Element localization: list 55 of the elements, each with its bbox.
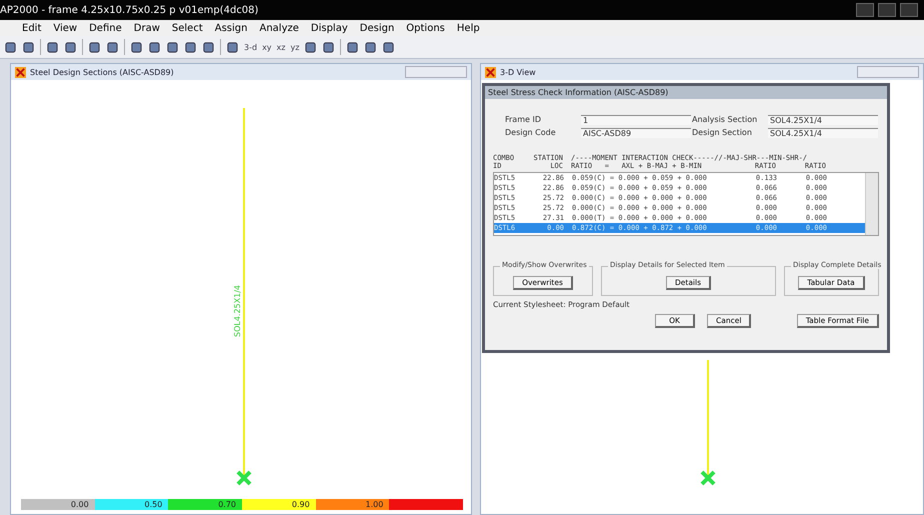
- legend-value: 0.70: [218, 500, 236, 509]
- field-label: Frame ID: [505, 115, 542, 125]
- menu-item[interactable]: Options: [406, 22, 445, 34]
- legend-value: 0.90: [292, 500, 310, 509]
- window-title: 3-D View: [500, 68, 537, 76]
- menu-item[interactable]: Draw: [134, 22, 160, 34]
- menu-item[interactable]: Assign: [214, 22, 248, 34]
- menu-item[interactable]: Display: [310, 22, 348, 34]
- toolbar-tool-icon[interactable]: [226, 40, 239, 54]
- input-field[interactable]: SOL4.25X1/4: [768, 128, 878, 138]
- app-icon: [485, 66, 496, 78]
- scrollbar[interactable]: [865, 173, 878, 235]
- menu-item[interactable]: Define: [89, 22, 122, 34]
- toolbar-tool-icon[interactable]: [304, 40, 318, 54]
- support-icon: [700, 470, 716, 486]
- toolbar-tool-icon[interactable]: [4, 40, 17, 54]
- menu-item[interactable]: Design: [360, 22, 394, 34]
- toolbar-tool-icon[interactable]: [148, 40, 161, 54]
- toolbar-tool-icon[interactable]: [130, 40, 143, 54]
- input-field[interactable]: 1: [581, 115, 691, 125]
- toolbar-tool-icon[interactable]: [22, 40, 35, 54]
- toolbar-tool-icon[interactable]: [322, 40, 336, 54]
- field-label: Analysis Section: [692, 115, 758, 125]
- window-title: Steel Design Sections (AISC-ASD89): [30, 68, 175, 76]
- toolbar-tool-icon[interactable]: [46, 40, 59, 54]
- legend-value: 0.00: [70, 500, 89, 509]
- dialog-title: Steel Stress Check Information (AISC-ASD89): [485, 86, 887, 99]
- view-button[interactable]: xz: [276, 42, 286, 52]
- legend-value: 0.50: [144, 500, 162, 509]
- view-button[interactable]: 3-d: [244, 42, 258, 52]
- view-button[interactable]: yz: [290, 42, 300, 52]
- view-button[interactable]: xy: [262, 42, 272, 52]
- field-label: Design Code: [505, 128, 557, 138]
- menu-item[interactable]: Analyze: [259, 22, 299, 34]
- toolbar-tool-icon[interactable]: [364, 40, 378, 54]
- input-field[interactable]: SOL4.25X1/4: [768, 115, 878, 125]
- toolbar-tool-icon[interactable]: [166, 40, 179, 54]
- support-icon: [236, 470, 252, 486]
- toolbar-tool-icon[interactable]: [346, 40, 360, 54]
- menu-item[interactable]: Help: [456, 22, 480, 34]
- window-title: AP2000 - frame 4.25x10.75x0.25 p v01emp(4dc08): [0, 4, 258, 16]
- toolbar-tool-icon[interactable]: [202, 40, 215, 54]
- toolbar-tool-icon[interactable]: [64, 40, 77, 54]
- menu-item[interactable]: Select: [172, 22, 203, 34]
- menu-item[interactable]: View: [53, 22, 78, 34]
- input-field[interactable]: AISC-ASD89: [581, 128, 691, 138]
- legend-value: 1.00: [366, 500, 384, 509]
- toolbar-tool-icon[interactable]: [382, 40, 396, 54]
- section-label: SOL4.25X1/4: [233, 285, 242, 337]
- toolbar-tool-icon[interactable]: [88, 40, 101, 54]
- field-label: Design Section: [692, 128, 753, 138]
- toolbar-tool-icon[interactable]: [106, 40, 119, 54]
- menu-item[interactable]: Edit: [22, 22, 42, 34]
- app-icon: [15, 66, 26, 78]
- toolbar-tool-icon[interactable]: [184, 40, 197, 54]
